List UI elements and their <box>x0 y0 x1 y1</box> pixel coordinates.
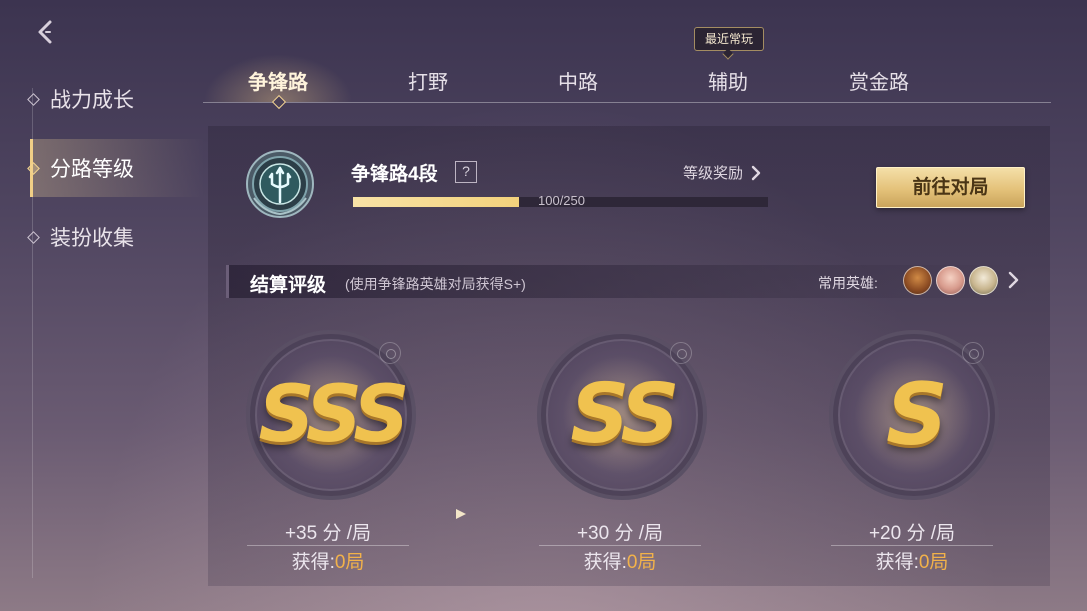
sidebar-item-label: 装扮收集 <box>50 227 134 250</box>
chevron-right-icon[interactable] <box>1007 271 1019 289</box>
earned-value: 0局 <box>334 552 365 573</box>
sidebar-item-skin-collection[interactable]: 装扮收集 <box>27 208 205 266</box>
grade-medallion-ss: SS <box>537 330 707 500</box>
rank-title: 争锋路4段 <box>351 164 438 185</box>
grade-earned: 获得:0局 <box>535 547 705 574</box>
sidebar-item-label: 战力成长 <box>50 89 134 112</box>
level-reward-label: 等级奖励 <box>683 165 744 182</box>
level-reward-link[interactable]: 等级奖励 <box>683 162 761 183</box>
frequent-heroes-label: 常用英雄: <box>818 275 878 291</box>
grade-letters: SS <box>570 367 679 462</box>
chevron-right-icon <box>751 165 761 180</box>
diamond-icon <box>27 230 40 244</box>
tab-mid-lane[interactable]: 中路 <box>503 66 653 95</box>
grade-letters: SSS <box>258 370 410 460</box>
lane-tabs: 争锋路 打野 中路 辅助 赏金路 <box>203 54 1051 110</box>
settlement-title: 结算评级 <box>250 275 327 296</box>
grade-score: +30 分 /局 <box>576 523 664 544</box>
earned-prefix: 获得: <box>875 552 919 573</box>
help-button[interactable]: ? <box>455 161 477 183</box>
grade-letters: S <box>886 365 948 465</box>
earned-prefix: 获得: <box>583 552 627 573</box>
sidebar-item-label: 分路等级 <box>50 158 134 181</box>
recent-badge: 最近常玩 <box>694 27 764 51</box>
grade-medallion-sss: SSS <box>246 330 416 500</box>
earned-value: 0局 <box>918 552 949 573</box>
play-triangle-icon <box>456 509 466 519</box>
rank-progress-fill <box>353 197 519 207</box>
settlement-subtitle: (使用争锋路英雄对局获得S+) <box>345 276 526 292</box>
sidebar-item-lane-level[interactable]: 分路等级 <box>27 139 205 197</box>
hero-avatar[interactable] <box>969 266 998 295</box>
score-divider <box>831 545 993 546</box>
tab-support[interactable]: 辅助 <box>653 66 803 95</box>
back-button[interactable] <box>28 14 64 50</box>
tab-underline <box>203 102 1051 103</box>
grade-score: +20 分 /局 <box>868 523 956 544</box>
chevron-left-icon <box>38 20 52 44</box>
rank-progress-text: 100/250 <box>538 193 585 208</box>
diamond-icon <box>27 161 40 175</box>
score-divider <box>539 545 701 546</box>
tab-jungle[interactable]: 打野 <box>353 66 503 95</box>
grade-earned: 获得:0局 <box>243 547 413 574</box>
trident-shield-icon <box>246 150 314 218</box>
grade-earned: 获得:0局 <box>827 547 997 574</box>
sidebar-item-power-growth[interactable]: 战力成长 <box>27 70 205 128</box>
score-divider <box>247 545 409 546</box>
hero-avatar[interactable] <box>936 266 965 295</box>
go-to-match-button[interactable]: 前往对局 <box>876 167 1025 208</box>
earned-prefix: 获得: <box>291 552 335 573</box>
diamond-icon <box>27 92 40 106</box>
grade-score: +35 分 /局 <box>284 523 372 544</box>
hero-avatar[interactable] <box>903 266 932 295</box>
grade-medallion-s: S <box>829 330 999 500</box>
tab-farm-lane[interactable]: 赏金路 <box>804 66 954 95</box>
tab-top-lane[interactable]: 争锋路 <box>203 66 353 95</box>
earned-value: 0局 <box>626 552 657 573</box>
